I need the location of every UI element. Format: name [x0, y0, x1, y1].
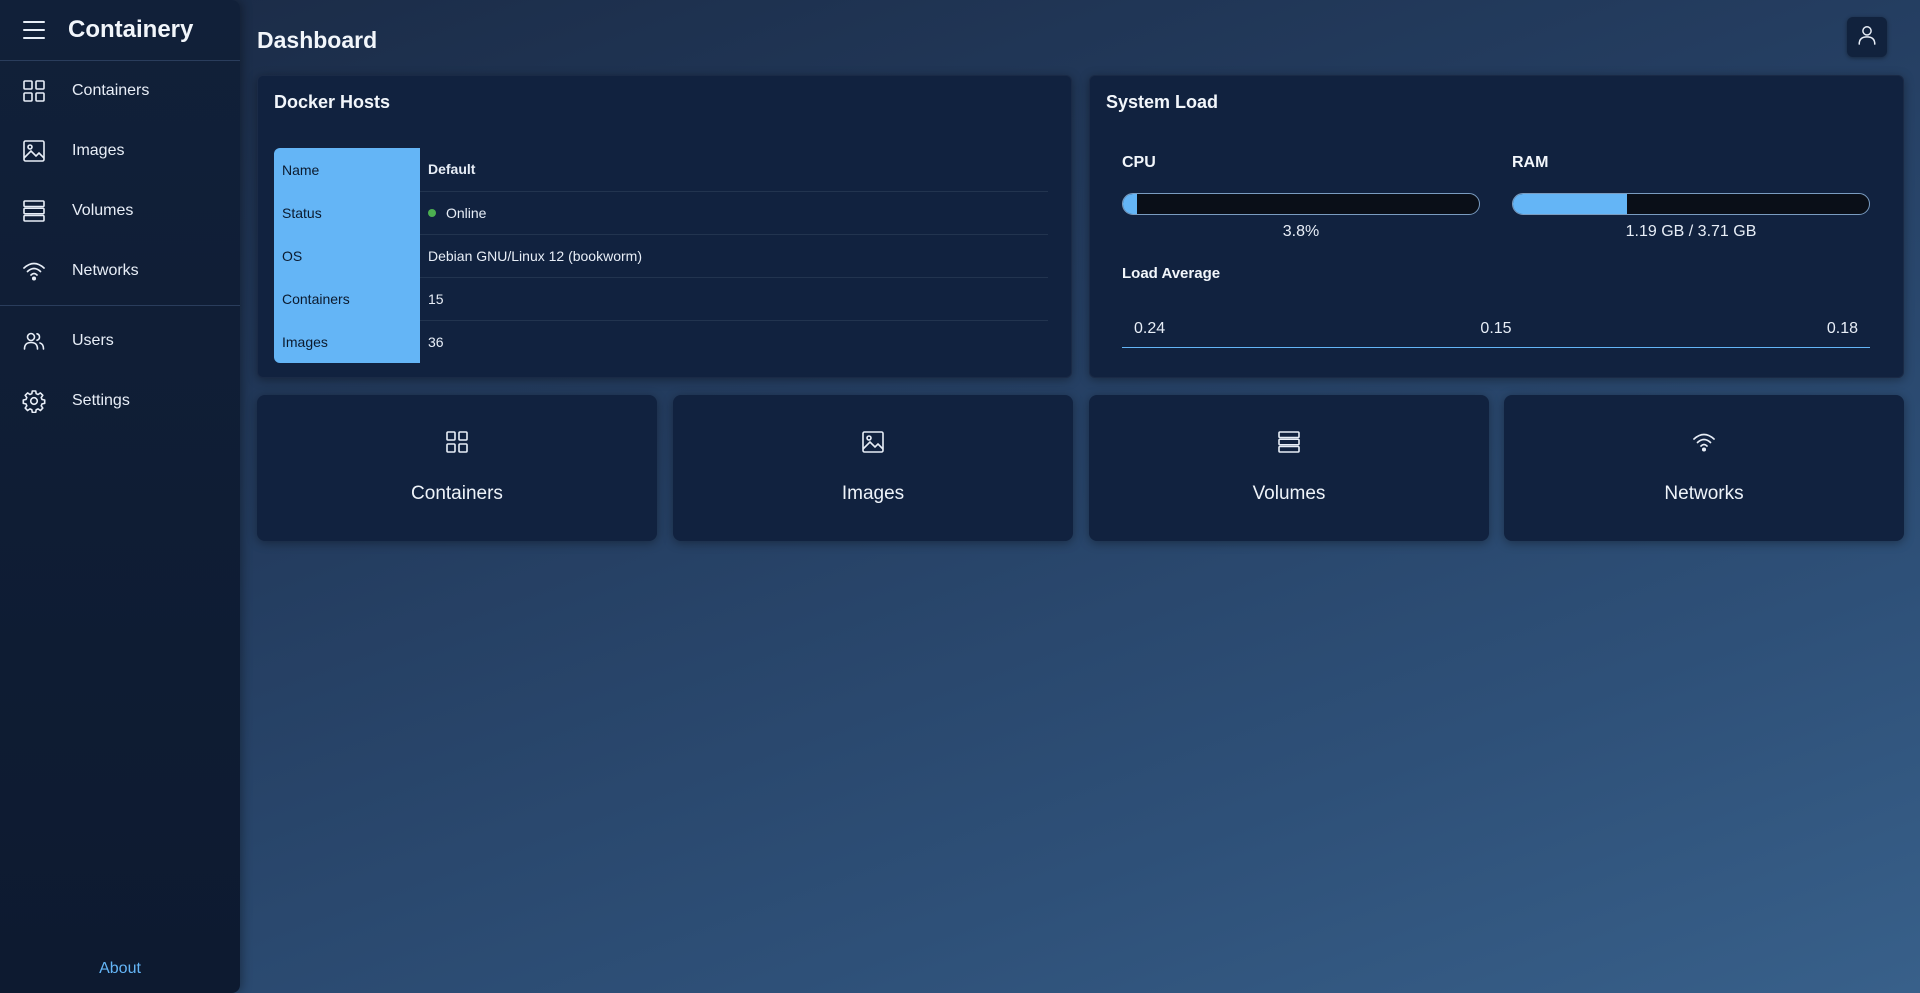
load-average-row: 0.24 0.15 0.18 [1122, 310, 1870, 348]
sidebar: Containery Containers Images Volumes Net… [0, 0, 240, 993]
host-key: OS [274, 234, 420, 277]
sidebar-nav-secondary: Users Settings [0, 311, 240, 431]
load-average-15m: 0.18 [1826, 319, 1858, 337]
host-key: Status [274, 191, 420, 234]
tile-label: Volumes [1252, 483, 1326, 504]
sidebar-item-label: Networks [72, 262, 139, 279]
host-name-value: Default [420, 148, 1048, 192]
user-menu-button[interactable] [1847, 17, 1887, 57]
sidebar-item-users[interactable]: Users [0, 311, 240, 371]
page-title: Dashboard [257, 27, 378, 53]
grid-icon [21, 78, 47, 104]
table-row: OS Debian GNU/Linux 12 (bookworm) [274, 234, 1048, 278]
table-row: Status Online [274, 191, 1048, 235]
grid-icon [443, 428, 471, 456]
ram-progress-fill [1513, 194, 1628, 214]
system-load-card: System Load CPU 3.8% RAM 1.19 GB / 3.71 … [1089, 75, 1904, 378]
sidebar-item-label: Containers [72, 82, 150, 99]
table-row: Name Default [274, 148, 1048, 192]
cpu-progress-bar [1122, 193, 1480, 215]
host-key: Name [274, 148, 420, 191]
sidebar-nav: Containers Images Volumes Networks [0, 61, 240, 301]
host-images-value: 36 [428, 333, 444, 350]
docker-hosts-title: Docker Hosts [274, 92, 391, 112]
stack-icon [1275, 428, 1303, 456]
sidebar-item-label: Users [72, 332, 114, 349]
cpu-value: 3.8% [1282, 223, 1320, 240]
ram-value: 1.19 GB / 3.71 GB [1625, 223, 1757, 240]
docker-host-table: Name Default Status Online OS Debian GNU… [274, 148, 1048, 363]
wifi-icon [1690, 428, 1718, 456]
app-title: Containery [68, 16, 194, 43]
load-average-label: Load Average [1122, 265, 1221, 282]
containers-tile[interactable]: Containers [257, 395, 657, 541]
sidebar-item-label: Volumes [72, 202, 134, 219]
image-icon [21, 138, 47, 164]
hamburger-menu-icon[interactable] [20, 16, 48, 44]
sidebar-item-settings[interactable]: Settings [0, 371, 240, 431]
table-row: Containers 15 [274, 277, 1048, 321]
images-tile[interactable]: Images [673, 395, 1073, 541]
networks-tile[interactable]: Networks [1504, 395, 1904, 541]
host-key: Images [274, 320, 420, 363]
stack-icon [21, 198, 47, 224]
ram-progress-bar [1512, 193, 1870, 215]
tile-label: Containers [411, 483, 503, 504]
host-status-cell: Online [420, 191, 1048, 235]
host-os-value: Debian GNU/Linux 12 (bookworm) [420, 234, 1048, 278]
host-containers-value: 15 [420, 277, 1048, 321]
sidebar-item-volumes[interactable]: Volumes [0, 181, 240, 241]
cpu-progress-fill [1123, 194, 1137, 214]
sidebar-item-images[interactable]: Images [0, 121, 240, 181]
sidebar-item-networks[interactable]: Networks [0, 241, 240, 301]
user-icon [1856, 24, 1878, 51]
status-online-dot [428, 208, 436, 217]
ram-label: RAM [1512, 154, 1549, 171]
sidebar-item-label: Settings [72, 392, 130, 409]
image-icon [859, 428, 887, 456]
sidebar-divider [0, 305, 240, 306]
load-average-1m: 0.24 [1134, 319, 1166, 337]
load-average-5m: 0.15 [1480, 319, 1512, 337]
tile-label: Networks [1664, 483, 1744, 504]
cpu-label: CPU [1122, 154, 1156, 171]
volumes-tile[interactable]: Volumes [1089, 395, 1489, 541]
docker-hosts-card: Docker Hosts Name Default Status Online … [257, 75, 1072, 378]
host-key: Containers [274, 277, 420, 320]
system-load-title: System Load [1106, 92, 1219, 112]
users-icon [21, 328, 47, 354]
sidebar-item-label: Images [72, 142, 125, 159]
sidebar-header: Containery [0, 0, 240, 61]
table-row: Images 36 [274, 320, 1048, 363]
wifi-icon [21, 258, 47, 284]
gear-icon [21, 388, 47, 414]
sidebar-item-containers[interactable]: Containers [0, 61, 240, 121]
host-status-value: Online [446, 204, 487, 221]
tile-label: Images [841, 483, 905, 504]
about-link[interactable]: About [0, 960, 240, 978]
